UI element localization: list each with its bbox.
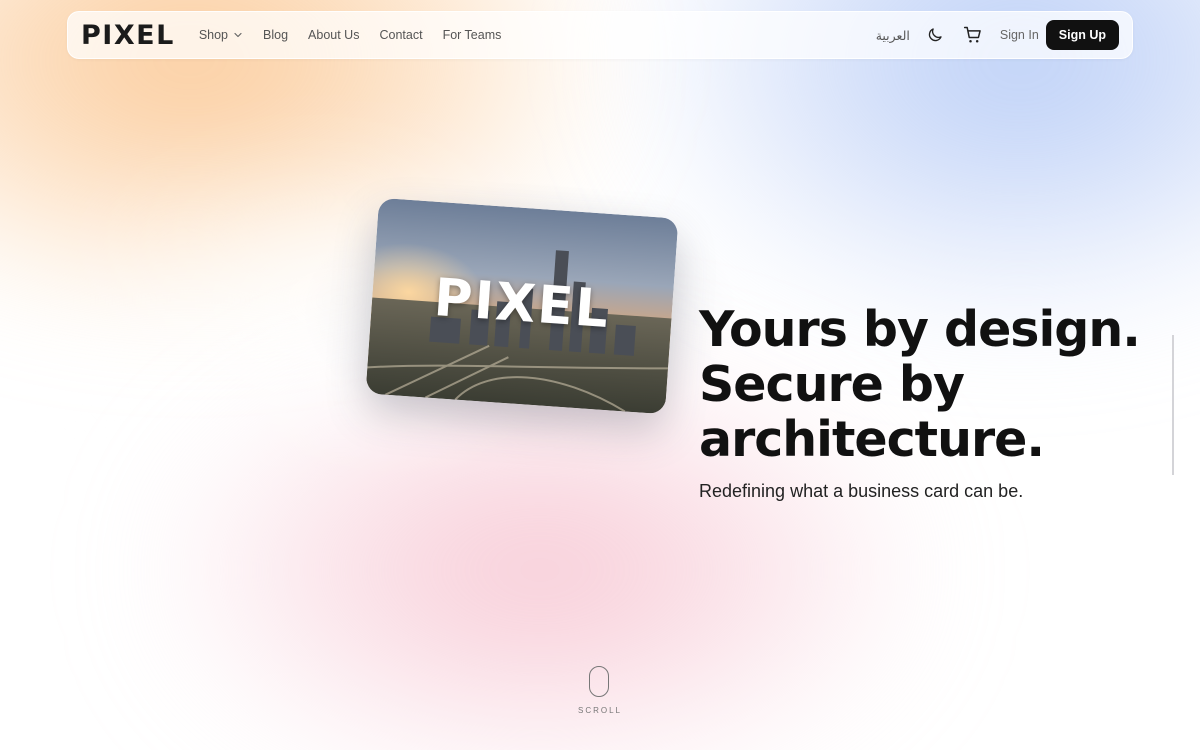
chevron-down-icon [234,32,242,38]
brand-logo[interactable]: PIXEL [81,22,175,49]
nav-link-contact[interactable]: Contact [379,28,422,42]
nav-right: العربية Sign In Sign Up [876,20,1119,50]
top-navbar: PIXEL Shop Blog About Us Contact For Tea… [67,11,1133,59]
sign-up-button[interactable]: Sign Up [1045,20,1119,50]
nav-link-about-us[interactable]: About Us [308,28,359,42]
scroll-mouse-icon[interactable] [589,666,609,697]
headline-line-3: architecture. [699,411,1045,468]
scrollbar[interactable] [1172,335,1174,475]
moon-icon [928,28,942,42]
nav-link-for-teams[interactable]: For Teams [443,28,502,42]
cart-icon [963,26,981,43]
language-switch[interactable]: العربية [876,28,910,43]
nav-links: Shop Blog About Us Contact For Teams [199,28,522,42]
cart-button[interactable] [962,24,984,46]
headline-line-2: Secure by [699,356,965,413]
hero-section: Yours by design. Secure by architecture.… [699,302,1159,502]
scroll-label: SCROLL [577,706,622,715]
nav-link-shop-label: Shop [198,28,229,42]
sign-in-link[interactable]: Sign In [1000,28,1039,42]
business-card-image: PIXEL [365,197,679,415]
page: PIXEL Shop Blog About Us Contact For Tea… [0,0,1200,750]
nav-link-shop[interactable]: Shop [199,28,243,42]
hero-subtitle: Redefining what a business card can be. [699,481,1024,501]
theme-toggle[interactable] [924,24,946,46]
hero-headline: Yours by design. Secure by architecture. [699,302,1159,467]
nav-link-blog[interactable]: Blog [263,28,288,42]
headline-line-1: Yours by design. [699,301,1141,358]
